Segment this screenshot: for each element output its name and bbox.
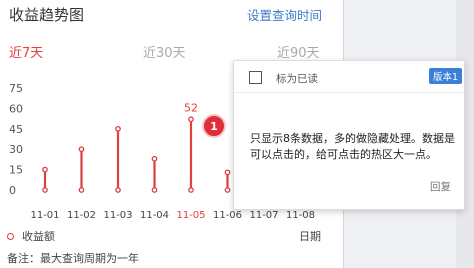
x-tick-label: 11-04	[140, 210, 169, 221]
x-tick-label: 11-01	[30, 210, 59, 221]
x-tick-label: 11-05	[176, 210, 205, 221]
footer-note: 备注：最大查询周期为一年	[7, 252, 139, 265]
legend-marker	[7, 232, 14, 240]
annotation-callout: 标为已读 版本1 只显示8条数据，多的做隐藏处理。数据是可以点击的，给可点击的热…	[233, 60, 465, 210]
bar-top-point	[188, 116, 194, 123]
set-query-time-link[interactable]: 设置查询时间	[247, 5, 322, 24]
page-title: 收益趋势图	[9, 6, 85, 24]
legend-label: 收益额	[22, 230, 55, 243]
peak-data-label: 52	[184, 101, 198, 114]
tab-90-days[interactable]: 近90天	[277, 42, 320, 61]
y-tick-label: 45	[9, 123, 23, 136]
x-tick-label: 11-03	[103, 210, 132, 221]
mark-read-checkbox[interactable]	[249, 71, 262, 84]
bar-base-point	[42, 187, 48, 193]
bar-top-point	[42, 166, 48, 173]
x-tick-label: 11-07	[249, 210, 278, 221]
bar-top-point	[151, 155, 158, 162]
callout-header: 标为已读 版本1	[234, 61, 464, 93]
bar-base-point	[115, 187, 121, 193]
annotation-text: 只显示8条数据，多的做隐藏处理。数据是可以点击的，给可点击的热区大一点。	[250, 132, 455, 161]
annotation-pin-badge[interactable]: 1	[202, 114, 226, 138]
x-tick-label: 11-06	[213, 210, 242, 221]
y-tick-label: 0	[9, 184, 16, 197]
chart-legend: 收益额	[7, 228, 55, 244]
reply-button[interactable]: 回复	[430, 179, 451, 194]
bar-base-point	[224, 187, 231, 193]
x-tick-label: 11-02	[67, 210, 96, 221]
x-axis-unit-label: 日期	[299, 230, 321, 243]
x-tick-label: 11-08	[286, 210, 315, 221]
bar-top-point	[115, 125, 121, 132]
bar-base-point	[188, 187, 194, 193]
version-badge: 版本1	[428, 68, 462, 84]
y-tick-label: 30	[9, 143, 23, 156]
bar-top-point	[78, 146, 85, 153]
mark-read-label[interactable]: 标为已读	[276, 71, 318, 86]
tab-30-days[interactable]: 近30天	[143, 42, 186, 61]
bar-base-point	[151, 187, 158, 193]
bar-base-point	[78, 187, 85, 193]
y-tick-label: 15	[9, 164, 23, 177]
y-tick-label: 75	[9, 82, 23, 95]
tab-7-days[interactable]: 近7天	[9, 42, 43, 61]
y-tick-label: 60	[9, 102, 23, 115]
bar-top-point	[224, 169, 231, 176]
